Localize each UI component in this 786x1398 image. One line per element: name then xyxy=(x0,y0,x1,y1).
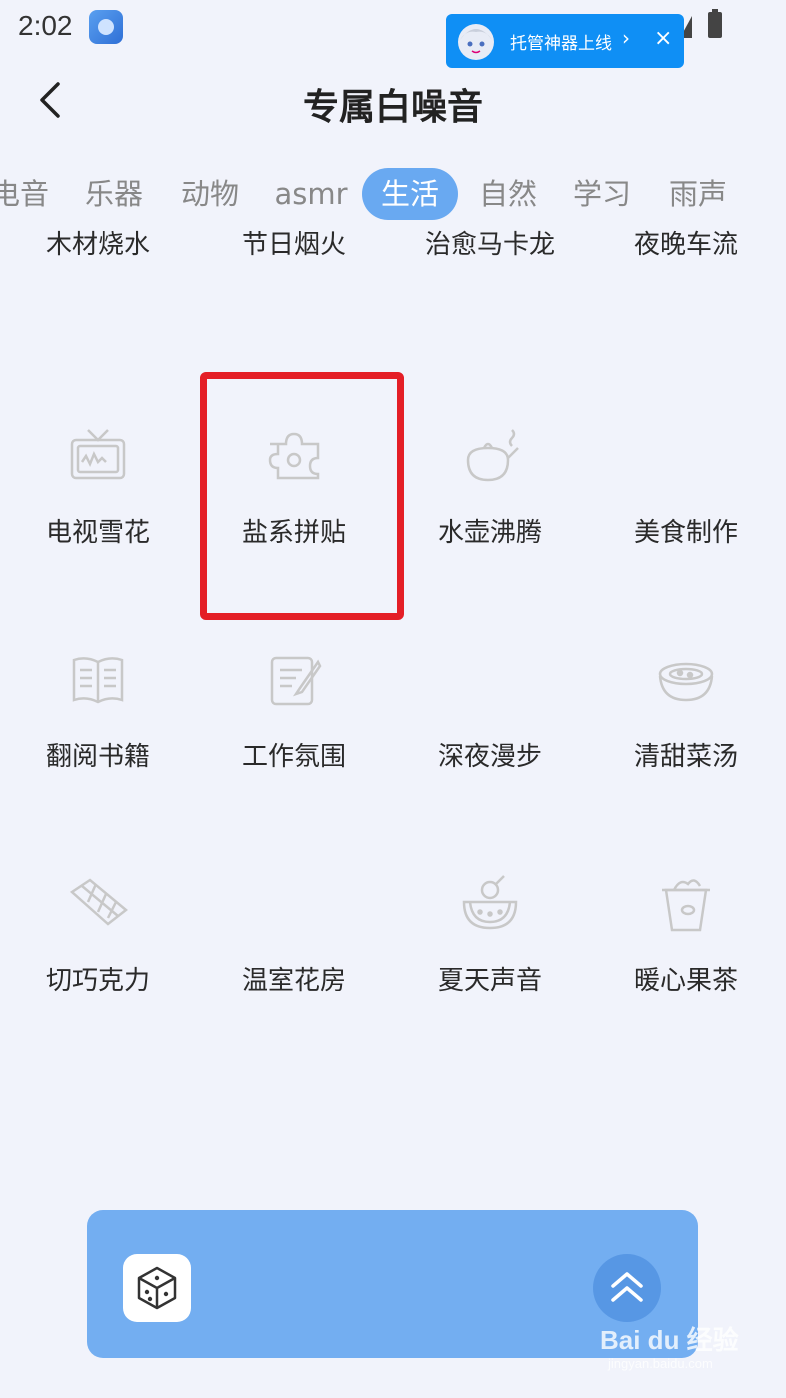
sound-item-books[interactable]: 翻阅书籍 xyxy=(0,648,196,872)
watermark-logo: Bai du 经验 xyxy=(600,1325,739,1355)
category-tabs: 电音 乐器 动物 asmr 生活 自然 学习 雨声 xyxy=(0,160,786,224)
sound-label: 工作氛围 xyxy=(241,742,346,772)
tab-life[interactable]: 生活 xyxy=(362,168,458,220)
promo-text: 托管神器上线 xyxy=(510,34,612,54)
sound-item-greenhouse[interactable]: 温室花房 xyxy=(196,872,392,1084)
tab-instruments[interactable]: 乐器 xyxy=(74,168,154,220)
flower-icon xyxy=(262,872,326,936)
sound-item-macaron[interactable]: 治愈马卡龙 xyxy=(392,224,588,360)
promo-banner[interactable]: 托管神器上线 › × xyxy=(446,14,684,68)
sound-grid: 木材烧水 节日烟火 治愈马卡龙 夜晚车流 电视雪花 盐系拼贴 水壶沸腾 美食制作… xyxy=(0,224,786,1084)
tab-study[interactable]: 学习 xyxy=(562,168,642,220)
sound-label: 翻阅书籍 xyxy=(45,742,150,772)
sound-item-traffic[interactable]: 夜晚车流 xyxy=(588,224,784,360)
sound-label: 清甜菜汤 xyxy=(633,742,738,772)
highlight-annotation xyxy=(200,372,404,620)
book-icon xyxy=(72,657,124,704)
baidu-watermark: Bai du 经验 jingyan.baidu.com xyxy=(600,1320,780,1380)
tv-icon xyxy=(70,429,126,480)
status-time: 2:02 xyxy=(18,10,73,41)
sound-label: 夜晚车流 xyxy=(633,230,738,260)
battery-icon xyxy=(708,9,722,38)
sound-label: 切巧克力 xyxy=(45,966,150,996)
dice-icon xyxy=(137,1266,177,1310)
sound-item-tv-static[interactable]: 电视雪花 xyxy=(0,424,196,648)
sound-item-chocolate[interactable]: 切巧克力 xyxy=(0,872,196,1084)
app-notification-icon xyxy=(89,10,123,44)
tab-asmr[interactable]: asmr xyxy=(266,168,356,220)
watermelon-icon xyxy=(462,875,518,930)
walk-icon xyxy=(458,648,522,712)
sound-label: 夏天声音 xyxy=(437,966,542,996)
sound-item-night-walk[interactable]: 深夜漫步 xyxy=(392,648,588,872)
sound-item-fireworks[interactable]: 节日烟火 xyxy=(196,224,392,360)
fruit-tea-icon xyxy=(662,879,710,932)
sound-item-work[interactable]: 工作氛围 xyxy=(196,648,392,872)
tab-rain[interactable]: 雨声 xyxy=(658,168,738,220)
promo-avatar-icon xyxy=(458,24,494,60)
sound-label: 暖心果茶 xyxy=(633,966,738,996)
sound-item-firewood[interactable]: 木材烧水 xyxy=(0,224,196,360)
sound-label: 电视雪花 xyxy=(45,518,150,548)
sound-label: 深夜漫步 xyxy=(437,742,542,772)
shuffle-button[interactable] xyxy=(123,1254,191,1322)
kettle-icon xyxy=(466,429,519,482)
expand-button[interactable] xyxy=(593,1254,661,1322)
close-icon[interactable]: × xyxy=(654,26,672,51)
sound-label: 温室花房 xyxy=(241,966,346,996)
sound-label: 治愈马卡龙 xyxy=(424,230,555,260)
tab-electronic[interactable]: 电音 xyxy=(0,168,60,220)
tab-animals[interactable]: 动物 xyxy=(170,168,250,220)
sound-label: 水壶沸腾 xyxy=(437,518,542,548)
sound-label: 节日烟火 xyxy=(241,230,346,260)
chevron-right-icon: › xyxy=(622,26,630,50)
sound-item-fruit-tea[interactable]: 暖心果茶 xyxy=(588,872,784,1084)
sound-item-summer[interactable]: 夏天声音 xyxy=(392,872,588,1084)
sound-label: 木材烧水 xyxy=(45,230,150,260)
sound-item-cooking[interactable]: 美食制作 xyxy=(588,424,784,648)
soup-icon xyxy=(658,662,714,702)
watermark-url: jingyan.baidu.com xyxy=(608,1356,713,1371)
chocolate-icon xyxy=(69,878,128,926)
tab-nature[interactable]: 自然 xyxy=(468,168,548,220)
page-title: 专属白噪音 xyxy=(302,87,483,128)
notepad-icon xyxy=(270,656,322,706)
double-chevron-up-icon xyxy=(611,1272,643,1302)
cooking-icon xyxy=(654,424,718,488)
sound-label: 美食制作 xyxy=(633,518,738,548)
sound-item-soup[interactable]: 清甜菜汤 xyxy=(588,648,784,872)
sound-item-kettle[interactable]: 水壶沸腾 xyxy=(392,424,588,648)
